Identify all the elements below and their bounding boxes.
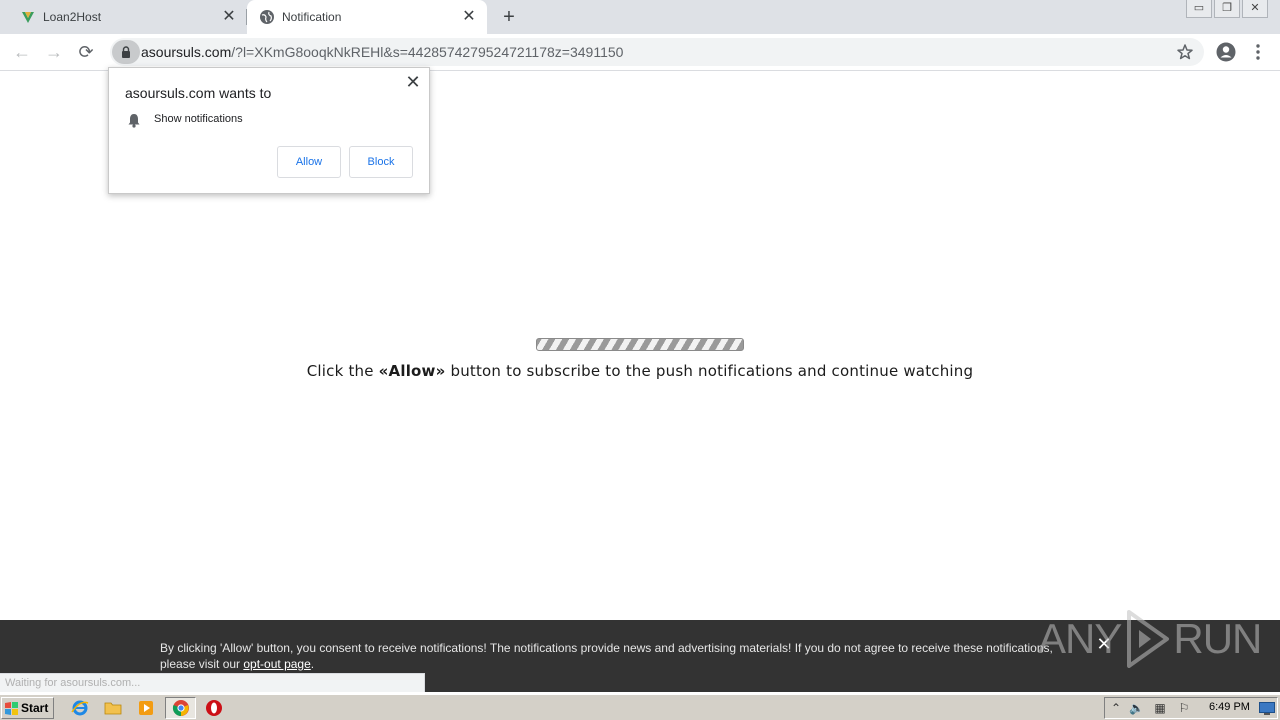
cta-allow-word: «Allow» (378, 362, 446, 380)
prompt-title: asoursuls.com wants to (125, 85, 272, 101)
network-icon[interactable]: ▦ (1153, 701, 1167, 715)
tab-strip: Loan2Host ✕ Notification ✕ + ▭ ❐ ✕ (0, 0, 1280, 34)
browser-toolbar: ← → ⟳ asoursuls.com/?l=XKmG8ooqkNkREHl&s… (0, 34, 1280, 71)
notification-permission-prompt: asoursuls.com wants to ✕ Show notificati… (108, 67, 430, 194)
allow-button[interactable]: Allow (277, 146, 341, 178)
loading-progress-bar (536, 338, 744, 351)
tab-title: Notification (282, 10, 342, 24)
internet-explorer-icon[interactable] (71, 699, 89, 717)
watermark-text-right: RUN (1173, 615, 1262, 662)
restore-button[interactable]: ❐ (1214, 0, 1240, 18)
action-center-flag-icon[interactable]: ⚐ (1177, 701, 1191, 715)
bell-icon (128, 114, 140, 128)
subscribe-instruction: Click the «Allow» button to subscribe to… (0, 362, 1280, 380)
chrome-taskbar-button[interactable] (165, 697, 196, 719)
anyrun-watermark: ANY RUN (1038, 608, 1262, 670)
tab-title: Loan2Host (43, 10, 102, 24)
consent-end: . (310, 657, 315, 671)
globe-icon (260, 10, 274, 24)
cta-suffix: button to subscribe to the push notifica… (445, 362, 974, 380)
start-button[interactable]: Start (1, 697, 54, 719)
tab-notification[interactable]: Notification ✕ (247, 0, 487, 34)
play-logo-icon (1127, 610, 1170, 668)
start-label: Start (21, 701, 49, 715)
url-text: asoursuls.com/?l=XKmG8ooqkNkREHl&s=44285… (141, 44, 623, 60)
volume-icon[interactable]: 🔈 (1129, 701, 1144, 715)
watermark-text-left: ANY (1038, 615, 1122, 662)
windows-taskbar: Start ⌃ 🔈 ▦ ⚐ 6:49 PM (0, 694, 1280, 720)
lock-icon (122, 46, 130, 58)
tab-close-icon[interactable]: ✕ (221, 9, 237, 25)
show-desktop-icon[interactable] (1259, 702, 1275, 715)
consent-text: By clicking 'Allow' button, you consent … (160, 640, 1080, 672)
url-host: asoursuls.com (141, 44, 232, 60)
windows-flag-icon (5, 702, 18, 715)
more-menu-icon[interactable] (1250, 42, 1266, 62)
taskbar-clock[interactable]: 6:49 PM (1209, 701, 1250, 713)
back-arrow-icon[interactable]: ← (12, 42, 32, 62)
new-tab-button[interactable]: + (499, 7, 519, 27)
reload-icon[interactable]: ⟳ (76, 42, 96, 62)
opera-icon[interactable] (205, 699, 223, 717)
forward-arrow-icon[interactable]: → (44, 42, 64, 62)
cta-prefix: Click the (306, 362, 379, 380)
media-player-icon[interactable] (137, 699, 155, 717)
tray-expand-icon[interactable]: ⌃ (1109, 701, 1123, 715)
window-controls: ▭ ❐ ✕ (1184, 0, 1280, 18)
permission-item-label: Show notifications (154, 113, 243, 125)
folder-icon[interactable] (104, 699, 122, 717)
close-window-button[interactable]: ✕ (1242, 0, 1268, 18)
loan2host-favicon (22, 12, 34, 23)
tab-loan2host[interactable]: Loan2Host ✕ (0, 0, 247, 34)
address-bar[interactable]: asoursuls.com/?l=XKmG8ooqkNkREHl&s=44285… (110, 38, 1204, 66)
prompt-close-icon[interactable]: ✕ (405, 73, 421, 91)
chrome-icon (172, 700, 189, 717)
status-bubble: Waiting for asoursuls.com... (0, 673, 425, 692)
url-path: /?l=XKmG8ooqkNkREHl&s=442857427952472117… (231, 44, 624, 60)
opt-out-link[interactable]: opt-out page (243, 657, 310, 671)
minimize-button[interactable]: ▭ (1186, 0, 1212, 18)
tab-close-icon[interactable]: ✕ (461, 9, 477, 25)
block-button[interactable]: Block (349, 146, 413, 178)
system-tray: ⌃ 🔈 ▦ ⚐ 6:49 PM (1104, 697, 1278, 719)
bookmark-star-icon[interactable] (1176, 43, 1194, 61)
profile-avatar-icon[interactable] (1216, 42, 1236, 62)
site-info-button[interactable] (112, 40, 140, 64)
